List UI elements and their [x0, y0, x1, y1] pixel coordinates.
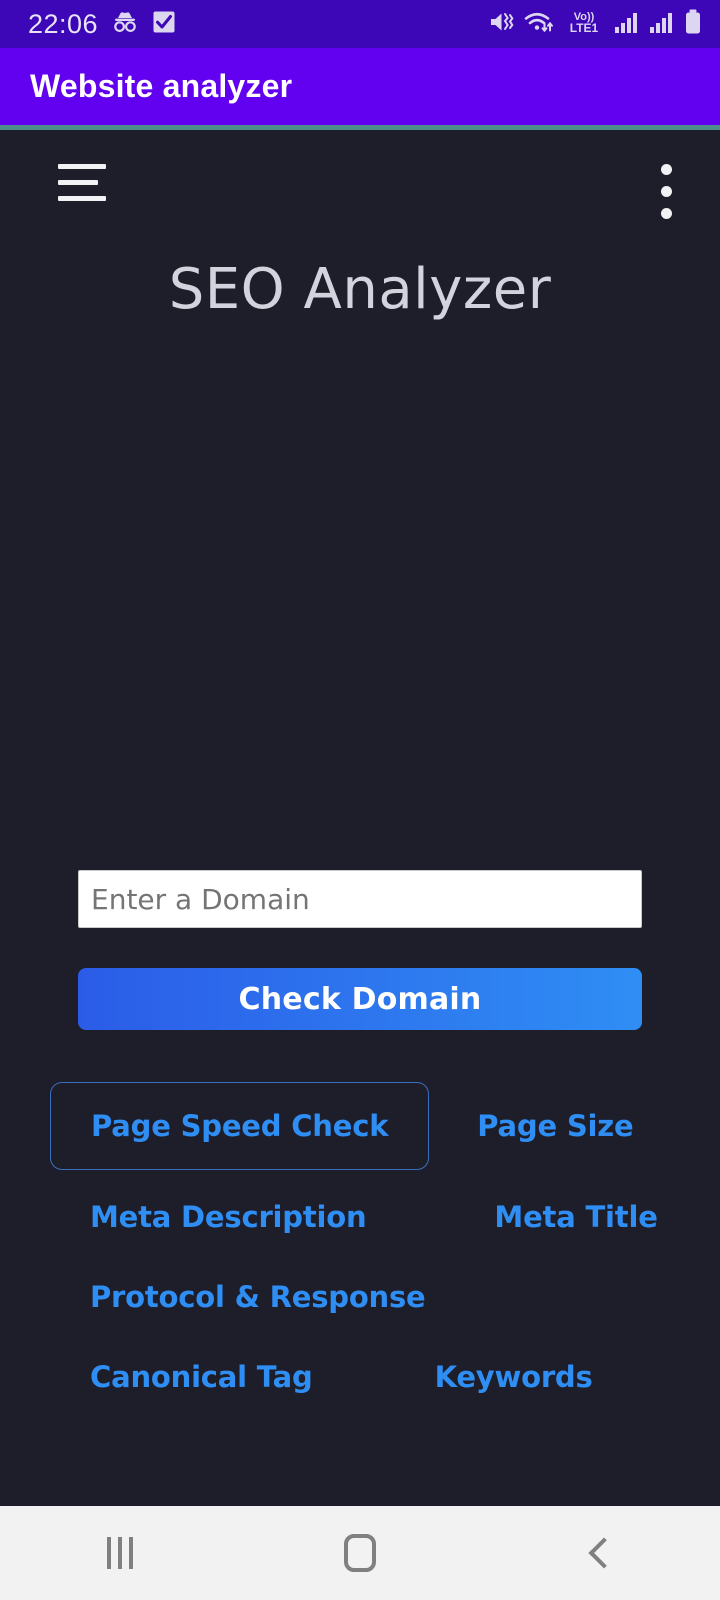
kebab-menu-icon[interactable] [648, 156, 684, 219]
volte-icon: Vo)) LTE1 [563, 9, 605, 40]
svg-text:LTE1: LTE1 [570, 21, 599, 35]
kebab-dot [660, 164, 672, 175]
seo-tool-links: Page Speed Check Page Size Meta Descript… [0, 1082, 720, 1406]
link-canonical-tag[interactable]: Canonical Tag [50, 1348, 353, 1406]
home-icon [344, 1534, 376, 1572]
link-meta-title[interactable]: Meta Title [454, 1188, 697, 1246]
recents-bar [107, 1537, 111, 1569]
status-bar: 22:06 Vo)) LTE1 [0, 0, 720, 48]
task-checkbox-icon [152, 10, 176, 39]
link-keywords[interactable]: Keywords [395, 1348, 633, 1406]
check-domain-button[interactable]: Check Domain [78, 968, 642, 1030]
link-page-size[interactable]: Page Size [437, 1097, 673, 1155]
status-bar-clock: 22:06 [28, 8, 99, 39]
link-row: Page Speed Check Page Size [50, 1082, 670, 1170]
page-title: SEO Analyzer [168, 257, 552, 322]
link-meta-description[interactable]: Meta Description [50, 1188, 406, 1246]
link-row: Protocol & Response [50, 1268, 670, 1326]
mute-vibrate-icon [489, 10, 515, 39]
link-protocol-response[interactable]: Protocol & Response [50, 1268, 466, 1326]
link-row: Meta Description Meta Title [50, 1188, 670, 1246]
recents-icon [107, 1537, 133, 1569]
kebab-dot [660, 186, 672, 197]
home-button[interactable] [290, 1506, 430, 1600]
status-bar-left: 22:06 [28, 9, 176, 40]
link-row: Canonical Tag Keywords [50, 1348, 670, 1406]
hamburger-menu-icon[interactable] [58, 156, 106, 212]
web-content: SEO Analyzer Check Domain Page Speed Che… [0, 130, 720, 1506]
phone-screen: 22:06 Vo)) LTE1 Website analyzer SEO Ana… [0, 0, 720, 1600]
domain-form: Check Domain [0, 870, 720, 1030]
battery-icon [684, 9, 702, 40]
kebab-dot [660, 208, 672, 219]
domain-input[interactable] [78, 870, 642, 928]
recents-bar [118, 1537, 122, 1569]
recents-bar [129, 1537, 133, 1569]
incognito-icon [110, 11, 140, 38]
android-navigation-bar [0, 1506, 720, 1600]
site-header [0, 130, 720, 219]
link-page-speed-check[interactable]: Page Speed Check [50, 1082, 430, 1170]
status-bar-right: Vo)) LTE1 [489, 9, 702, 40]
app-bar: Website analyzer [0, 48, 720, 130]
recents-button[interactable] [50, 1506, 190, 1600]
signal-bars-2-icon [649, 10, 675, 39]
signal-bars-1-icon [614, 10, 640, 39]
hamburger-line [58, 196, 106, 201]
app-title: Website analyzer [30, 68, 293, 104]
hamburger-line [58, 180, 98, 185]
wifi-transfer-icon [524, 10, 554, 39]
hamburger-line [58, 164, 106, 169]
back-button[interactable] [530, 1506, 670, 1600]
back-chevron-icon [588, 1537, 620, 1569]
